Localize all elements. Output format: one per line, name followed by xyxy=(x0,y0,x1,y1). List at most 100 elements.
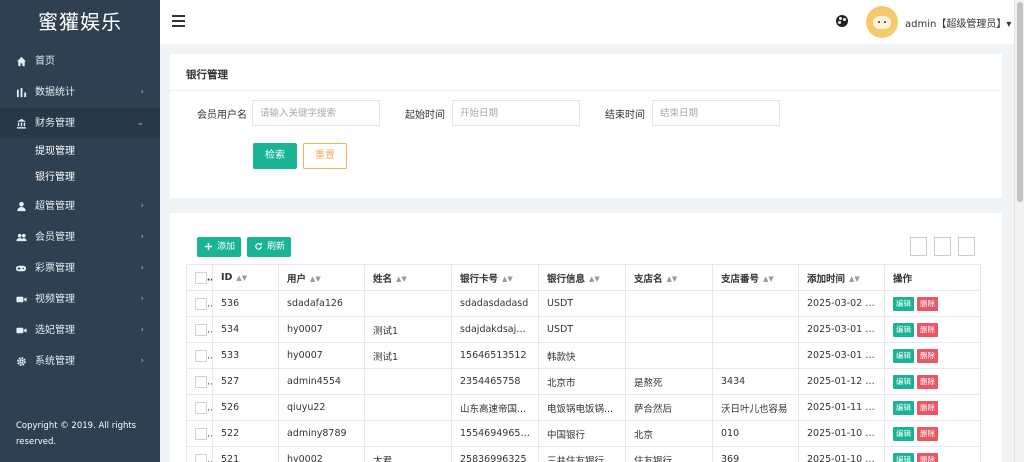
cell-time: 2025-01-10 1... xyxy=(798,446,885,462)
chevron-icon: › xyxy=(140,325,144,335)
sidebar-menu: 首页数据统计 › 财务管理 ⌄ 提现管理 银行管理超管管理 › 会员管理 › 彩票管理 › 视频管理 ›… xyxy=(0,46,160,377)
sidebar-item-7[interactable]: 选妃管理 › xyxy=(0,315,160,346)
user-menu[interactable]: admin【超级管理员】▾ xyxy=(905,15,1011,30)
brand-logo: 蜜獾娱乐 xyxy=(38,10,122,34)
column-header[interactable]: 银行信息 ▲▼ xyxy=(538,264,626,291)
gear-icon xyxy=(15,356,27,368)
row-checkbox[interactable] xyxy=(195,375,207,388)
sidebar-item-label: 首页 xyxy=(35,56,55,67)
edit-button[interactable]: 编辑 xyxy=(893,322,914,337)
sidebar-item-label: 财务管理 xyxy=(35,118,75,129)
submenu-item-1[interactable]: 银行管理 xyxy=(0,165,160,191)
cell-name xyxy=(364,394,452,421)
cell-branch: 北京 xyxy=(625,420,713,447)
row-checkbox[interactable] xyxy=(195,427,207,440)
sidebar-item-3[interactable]: 超管管理 › xyxy=(0,191,160,222)
palette-icon[interactable] xyxy=(836,15,848,27)
delete-button[interactable]: 删除 xyxy=(917,400,938,415)
sidebar-item-6[interactable]: 视频管理 › xyxy=(0,284,160,315)
cell-actions: 编辑 删除 xyxy=(884,394,981,421)
row-checkbox[interactable] xyxy=(195,297,207,310)
cell-bank: 韩款快 xyxy=(538,342,626,369)
cell-name xyxy=(364,290,452,317)
cell-user: admin4554 xyxy=(278,368,365,395)
cell-id: 526 xyxy=(212,394,279,421)
cell-bank: 电饭锅电饭锅... xyxy=(538,394,626,421)
delete-button[interactable]: 删除 xyxy=(917,296,938,311)
row-checkbox[interactable] xyxy=(195,453,207,462)
delete-button[interactable]: 删除 xyxy=(917,348,938,363)
cell-id: 534 xyxy=(212,316,279,343)
column-header[interactable]: 支店番号 ▲▼ xyxy=(712,264,799,291)
bank-icon xyxy=(15,118,27,130)
cell-branch_no: 沃日叶儿也容易 xyxy=(712,394,799,421)
cell-user: sdadafa126 xyxy=(278,290,365,317)
refresh-button[interactable]: 刷新 xyxy=(247,237,291,257)
column-header[interactable]: 支店名 ▲▼ xyxy=(625,264,713,291)
table-body: 536 sdadafa126 sdadasdadasd USDT 2025-03-02 … xyxy=(186,290,981,462)
row-checkbox[interactable] xyxy=(195,401,207,414)
table-row: 534 hy0007 测试1 sdajdakdsajd... USDT 2025-03-0… xyxy=(186,316,981,343)
end-date-label: 结束时间 xyxy=(605,110,645,121)
sidebar-item-5[interactable]: 彩票管理 › xyxy=(0,253,160,284)
delete-button[interactable]: 删除 xyxy=(917,452,938,462)
start-date-input[interactable] xyxy=(452,100,580,126)
sidebar-item-4[interactable]: 会员管理 › xyxy=(0,222,160,253)
cell-time: 2025-01-12 1... xyxy=(798,368,885,395)
member-label: 会员用户名 xyxy=(197,110,247,121)
delete-button[interactable]: 删除 xyxy=(917,322,938,337)
edit-button[interactable]: 编辑 xyxy=(893,426,914,441)
sidebar-item-label: 超管管理 xyxy=(35,201,75,212)
edit-button[interactable]: 编辑 xyxy=(893,452,914,462)
sidebar-item-1[interactable]: 数据统计 › xyxy=(0,77,160,108)
sidebar-item-0[interactable]: 首页 xyxy=(0,46,160,77)
export-button[interactable] xyxy=(934,237,951,256)
cell-time: 2025-03-02 1... xyxy=(798,290,885,317)
end-date-input[interactable] xyxy=(652,100,780,126)
edit-button[interactable]: 编辑 xyxy=(893,296,914,311)
video-icon xyxy=(15,294,27,306)
sort-icon: ▲▼ xyxy=(763,275,774,283)
cell-time: 2025-03-01 1... xyxy=(798,316,885,343)
sidebar-item-8[interactable]: 系统管理 › xyxy=(0,346,160,377)
cell-name xyxy=(364,420,452,447)
cell-bank: USDT xyxy=(538,290,626,317)
cell-time: 2025-03-01 1... xyxy=(798,342,885,369)
column-header[interactable]: 姓名 ▲▼ xyxy=(364,264,452,291)
cell-name: 太君 xyxy=(364,446,452,462)
add-button[interactable]: 添加 xyxy=(197,237,241,257)
chevron-icon: › xyxy=(140,263,144,273)
row-checkbox[interactable] xyxy=(195,349,207,362)
column-header[interactable]: ID ▲▼ xyxy=(212,264,279,291)
chevron-icon: › xyxy=(140,201,144,211)
search-button[interactable]: 检索 xyxy=(253,143,297,169)
edit-button[interactable]: 编辑 xyxy=(893,374,914,389)
print-button[interactable] xyxy=(958,237,975,256)
cell-branch_no xyxy=(712,342,799,369)
page-scrollbar[interactable] xyxy=(1014,0,1024,462)
column-header[interactable]: 用户 ▲▼ xyxy=(278,264,365,291)
sort-icon: ▲▼ xyxy=(849,275,860,283)
cell-user: hy0002 xyxy=(278,446,365,462)
column-header[interactable]: 添加时间 ▲▼ xyxy=(798,264,885,291)
select-all-checkbox[interactable] xyxy=(195,271,207,284)
avatar[interactable] xyxy=(866,6,898,38)
edit-button[interactable]: 编辑 xyxy=(893,400,914,415)
member-search-input[interactable] xyxy=(252,100,380,126)
table-row: 522 adminy8789 155469496544 中国银行 北京 010 2025-0… xyxy=(186,420,981,447)
row-checkbox[interactable] xyxy=(195,323,207,336)
top-header: admin【超级管理员】▾ xyxy=(160,0,1014,44)
submenu-item-0[interactable]: 提现管理 xyxy=(0,139,160,165)
edit-button[interactable]: 编辑 xyxy=(893,348,914,363)
columns-toggle-button[interactable] xyxy=(910,237,927,256)
delete-button[interactable]: 删除 xyxy=(917,426,938,441)
cell-user: hy0007 xyxy=(278,316,365,343)
sidebar-item-2[interactable]: 财务管理 ⌄ xyxy=(0,108,160,139)
cell-id: 533 xyxy=(212,342,279,369)
menu-toggle-icon[interactable] xyxy=(172,15,185,30)
delete-button[interactable]: 删除 xyxy=(917,374,938,389)
column-header[interactable]: 银行卡号 ▲▼ xyxy=(451,264,539,291)
cell-actions: 编辑 删除 xyxy=(884,420,981,447)
reset-button[interactable]: 重置 xyxy=(303,143,347,169)
cell-card: 山东高速帝国... xyxy=(451,394,539,421)
